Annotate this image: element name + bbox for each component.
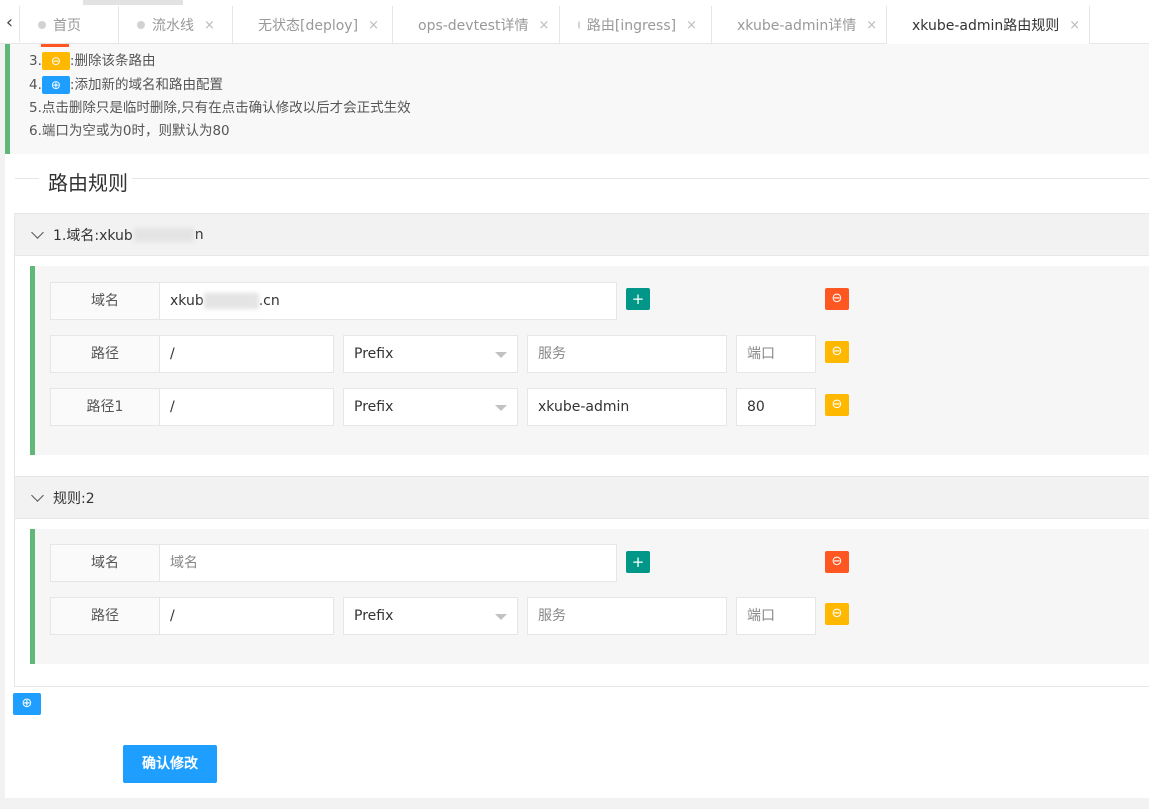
caret-down-icon	[495, 405, 507, 411]
path-type-value: Prefix	[354, 608, 394, 624]
tab-list: 首页 流水线 × 无状态[deploy] × ops-devtest详情 × 路…	[20, 6, 1090, 44]
note-5: 5.点击删除只是临时删除,只有在点击确认修改以后才会正式生效	[29, 100, 411, 116]
path-type-value: Prefix	[354, 346, 394, 362]
caret-down-icon	[495, 614, 507, 620]
tab-deploy[interactable]: 无状态[deploy] ×	[233, 6, 393, 44]
tab-label: xkube-admin路由规则	[912, 18, 1060, 34]
remove-rule-button[interactable]: ⊖	[825, 288, 849, 310]
rule-2-title: 规则:2	[53, 490, 95, 507]
rule-2-box: 域名 域名 + ⊖ 路径 / Prefix 服务 端口 ⊖	[30, 529, 1149, 664]
note-4-text: :添加新的域名和路由配置	[69, 77, 223, 93]
plus-circle-icon: ⊕	[41, 76, 70, 94]
fieldset-line-right	[129, 178, 1149, 179]
tab-xkube-admin-detail[interactable]: xkube-admin详情 ×	[712, 6, 887, 44]
note-4: 4. ⊕:添加新的域名和路由配置	[29, 73, 223, 94]
path-type-select[interactable]: Prefix	[343, 597, 518, 635]
rule-2-body: 域名 域名 + ⊖ 路径 / Prefix 服务 端口 ⊖	[15, 519, 1149, 686]
host-value-tail: .cn	[258, 293, 280, 309]
rule-1-title-tail: n	[194, 226, 204, 243]
tab-home[interactable]: 首页	[20, 6, 119, 44]
tab-label: 首页	[53, 18, 81, 34]
remove-path-button[interactable]: ⊖	[825, 341, 849, 363]
tab-scroll-left-button[interactable]: ‹	[0, 6, 20, 42]
section-title: 路由规则	[44, 167, 132, 196]
tab-label: ops-devtest详情	[418, 18, 529, 34]
confirm-button[interactable]: 确认修改	[123, 745, 217, 783]
port-input[interactable]: 80	[736, 388, 816, 426]
rule-1-body: 域名 xkub .cn + ⊖ 路径 / Prefix 服务 端口 ⊖ 路径1 /	[15, 256, 1149, 476]
close-icon[interactable]: ×	[686, 18, 697, 33]
add-path-button[interactable]: +	[626, 551, 650, 573]
port-input[interactable]: 端口	[736, 335, 816, 373]
redacted-blur	[203, 293, 259, 309]
tab-status-dot-icon	[38, 21, 46, 29]
tab-status-dot-icon	[137, 21, 145, 29]
redacted-blur	[133, 227, 194, 242]
remove-rule-button[interactable]: ⊖	[825, 551, 849, 573]
close-icon[interactable]: ×	[204, 18, 215, 33]
chevron-down-icon	[31, 488, 44, 502]
host-label: 域名	[50, 282, 160, 320]
tab-status-dot-icon	[578, 21, 580, 29]
service-input[interactable]: 服务	[527, 597, 727, 635]
rule-1-box: 域名 xkub .cn + ⊖ 路径 / Prefix 服务 端口 ⊖ 路径1 /	[30, 266, 1149, 455]
path-type-select[interactable]: Prefix	[343, 388, 518, 426]
path-type-select[interactable]: Prefix	[343, 335, 518, 373]
host-label: 域名	[50, 544, 160, 582]
tab-bar: ‹ 首页 流水线 × 无状态[deploy] × ops-devtest详情 ×…	[0, 0, 1149, 44]
add-path-button[interactable]: +	[626, 288, 650, 310]
host-input[interactable]: 域名	[159, 544, 617, 582]
tab-label: xkube-admin详情	[737, 18, 857, 34]
tab-bar-accent	[83, 0, 183, 5]
rule-collapse-2: 规则:2 域名 域名 + ⊖ 路径 / Prefix 服务 端口 ⊖	[14, 476, 1149, 687]
instructions-box: 3. ⊖:删除该条路由 4. ⊕:添加新的域名和路由配置 5.点击删除只是临时删除,…	[5, 44, 1149, 154]
service-input[interactable]: 服务	[527, 335, 727, 373]
tab-label: 无状态[deploy]	[258, 18, 359, 34]
instructions-remove-hint-bar	[41, 44, 69, 47]
close-icon[interactable]: ×	[538, 18, 549, 33]
tab-xkube-admin-routes[interactable]: xkube-admin路由规则 ×	[887, 6, 1090, 44]
port-input[interactable]: 端口	[736, 597, 816, 635]
remove-path-button[interactable]: ⊖	[825, 394, 849, 416]
path-input[interactable]: /	[159, 388, 334, 426]
chevron-left-icon: ‹	[5, 12, 14, 33]
rule-1-header[interactable]: 1.域名:xkub n	[15, 214, 1149, 256]
tab-ingress[interactable]: 路由[ingress] ×	[560, 6, 712, 44]
rule-2-header[interactable]: 规则:2	[15, 477, 1149, 519]
chevron-down-icon	[31, 225, 44, 239]
rule-1-title: 1.域名:xkub	[53, 227, 133, 244]
tab-label: 流水线	[152, 18, 194, 34]
tab-ops-devtest[interactable]: ops-devtest详情 ×	[393, 6, 560, 44]
fieldset-line-left	[15, 178, 39, 179]
close-icon[interactable]: ×	[1069, 18, 1080, 33]
host-value: xkub	[170, 293, 204, 309]
close-icon[interactable]: ×	[368, 18, 379, 33]
path-type-value: Prefix	[354, 399, 394, 415]
close-icon[interactable]: ×	[866, 18, 877, 33]
tab-pipeline[interactable]: 流水线 ×	[119, 6, 233, 44]
add-rule-button[interactable]: ⊕	[13, 693, 41, 715]
note-3-prefix: 3.	[29, 53, 42, 69]
path-input[interactable]: /	[159, 335, 334, 373]
note-6: 6.端口为空或为0时，则默认为80	[29, 123, 230, 139]
path-label: 路径1	[50, 388, 160, 426]
path-label: 路径	[50, 335, 160, 373]
note-3-text: :删除该条路由	[69, 53, 156, 69]
minus-circle-icon: ⊖	[41, 52, 70, 70]
remove-path-button[interactable]: ⊖	[825, 603, 849, 625]
host-input[interactable]: xkub .cn	[159, 282, 617, 320]
tab-label: 路由[ingress]	[586, 18, 677, 34]
service-input[interactable]: xkube-admin	[527, 388, 727, 426]
path-label: 路径	[50, 597, 160, 635]
rule-collapse-1: 1.域名:xkub n 域名 xkub .cn + ⊖ 路径 / Prefix 服…	[14, 213, 1149, 477]
path-input[interactable]: /	[159, 597, 334, 635]
note-4-prefix: 4.	[29, 77, 42, 93]
content-panel: 3. ⊖:删除该条路由 4. ⊕:添加新的域名和路由配置 5.点击删除只是临时删除,…	[5, 44, 1149, 798]
note-3: 3. ⊖:删除该条路由	[29, 49, 155, 70]
caret-down-icon	[495, 352, 507, 358]
